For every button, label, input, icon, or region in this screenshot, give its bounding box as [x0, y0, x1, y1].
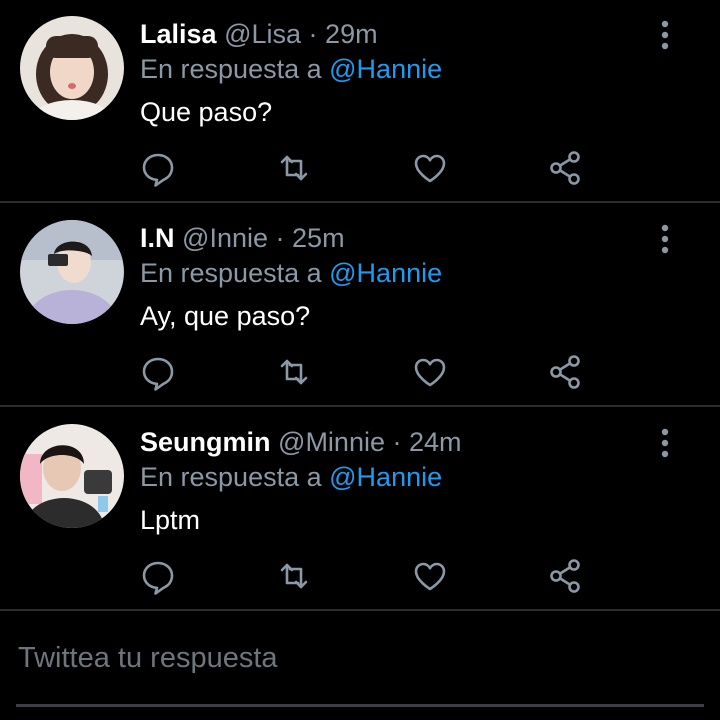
reply-context: En respuesta a @Hannie: [140, 459, 442, 495]
reply-icon[interactable]: [138, 148, 178, 188]
avatar-image: [20, 220, 124, 324]
reply-icon[interactable]: [138, 556, 178, 596]
avatar-image: [20, 16, 124, 120]
reply-mention[interactable]: @Hannie: [329, 258, 442, 288]
timestamp[interactable]: 29m: [325, 19, 378, 49]
tweet-text: Ay, que paso?: [140, 301, 311, 331]
more-options-icon[interactable]: [650, 426, 680, 460]
timestamp[interactable]: 25m: [292, 223, 345, 253]
timestamp[interactable]: 24m: [409, 427, 462, 457]
avatar-image: [20, 424, 124, 528]
share-icon[interactable]: [546, 556, 586, 596]
display-name[interactable]: I.N: [140, 223, 175, 253]
reply-mention[interactable]: @Hannie: [329, 54, 442, 84]
tweet-actions: [0, 556, 720, 600]
share-icon[interactable]: [546, 148, 586, 188]
reply-input[interactable]: Twittea tu respuesta: [18, 642, 278, 675]
like-icon[interactable]: [410, 556, 450, 596]
share-icon[interactable]: [546, 352, 586, 392]
avatar[interactable]: [20, 16, 124, 120]
retweet-icon[interactable]: [274, 352, 314, 392]
more-options-icon[interactable]: [650, 222, 680, 256]
separator-dot: ·: [308, 19, 318, 49]
tweet[interactable]: I.N @Innie · 25m En respuesta a @Hannie …: [0, 204, 720, 407]
separator-dot: ·: [392, 427, 402, 457]
reply-prefix: En respuesta a: [140, 258, 322, 288]
reply-mention[interactable]: @Hannie: [329, 462, 442, 492]
avatar[interactable]: [20, 220, 124, 324]
tweet-text: Lptm: [140, 505, 201, 535]
more-options-icon[interactable]: [650, 18, 680, 52]
tweet-header: Lalisa @Lisa · 29m: [140, 16, 378, 52]
tweet-actions: [0, 148, 720, 192]
tweet[interactable]: Seungmin @Minnie · 24m En respuesta a @H…: [0, 408, 720, 611]
tweet-text: Que paso?: [140, 97, 273, 127]
retweet-icon[interactable]: [274, 148, 314, 188]
user-handle[interactable]: @Minnie: [278, 427, 385, 457]
avatar[interactable]: [20, 424, 124, 528]
reply-prefix: En respuesta a: [140, 54, 322, 84]
reply-prefix: En respuesta a: [140, 462, 322, 492]
like-icon[interactable]: [410, 148, 450, 188]
user-handle[interactable]: @Lisa: [224, 19, 301, 49]
tweet-actions: [0, 352, 720, 396]
tweet-header: I.N @Innie · 25m: [140, 220, 345, 256]
user-handle[interactable]: @Innie: [182, 223, 268, 253]
display-name[interactable]: Lalisa: [140, 19, 217, 49]
reply-context: En respuesta a @Hannie: [140, 255, 442, 291]
tweet[interactable]: Lalisa @Lisa · 29m En respuesta a @Hanni…: [0, 0, 720, 203]
reply-composer[interactable]: Twittea tu respuesta: [0, 612, 720, 712]
reply-context: En respuesta a @Hannie: [140, 51, 442, 87]
composer-underline: [16, 704, 704, 707]
separator-dot: ·: [275, 223, 285, 253]
tweet-header: Seungmin @Minnie · 24m: [140, 424, 462, 460]
display-name[interactable]: Seungmin: [140, 427, 271, 457]
reply-icon[interactable]: [138, 352, 178, 392]
retweet-icon[interactable]: [274, 556, 314, 596]
like-icon[interactable]: [410, 352, 450, 392]
